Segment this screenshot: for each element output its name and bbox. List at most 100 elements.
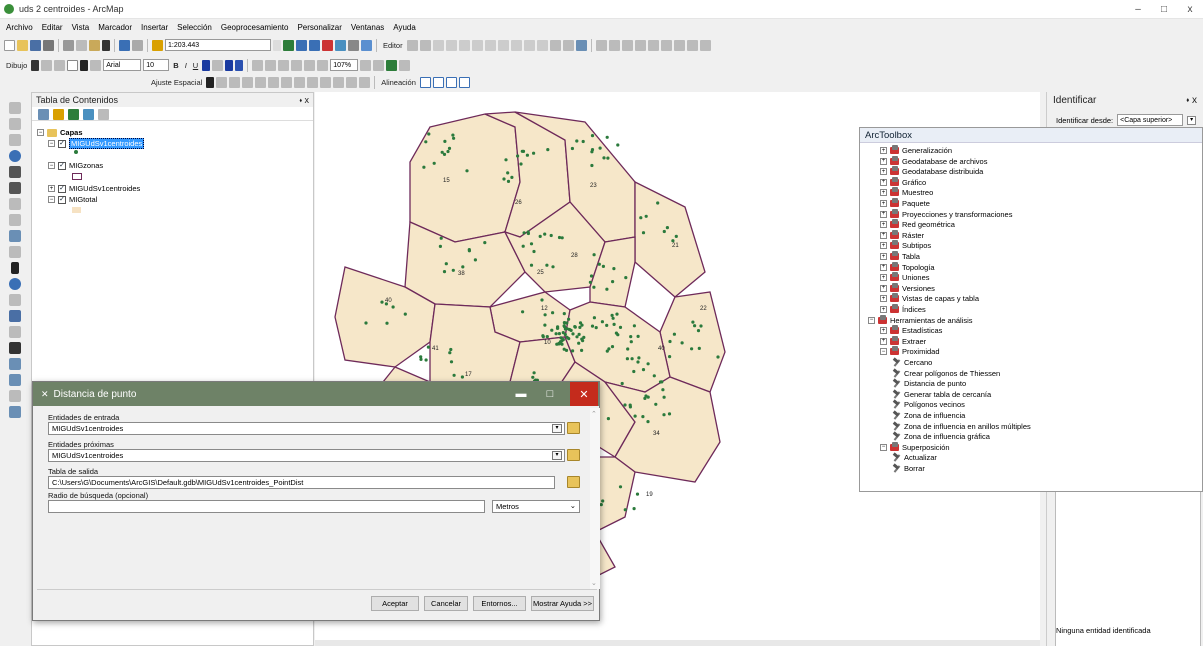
tool-item[interactable]: Actualizar	[892, 453, 937, 462]
toolset-item[interactable]: + Índices	[880, 304, 926, 314]
centroid-point[interactable]	[662, 229, 666, 234]
centroid-point[interactable]	[546, 148, 550, 152]
centroid-point[interactable]	[541, 335, 545, 339]
centroid-point[interactable]	[571, 332, 575, 336]
centroid-point[interactable]	[630, 357, 634, 361]
select-elements-icon[interactable]	[31, 59, 40, 71]
tool-item[interactable]: Generar tabla de cercanía	[892, 390, 991, 399]
centroid-point[interactable]	[601, 264, 605, 268]
multiple-links-icon[interactable]	[242, 76, 254, 88]
line-color-icon[interactable]	[225, 59, 234, 71]
centroid-point[interactable]	[451, 133, 455, 137]
centroid-point[interactable]	[662, 395, 666, 399]
layers-group-row[interactable]: − Capas	[37, 128, 83, 137]
clear-selection-icon[interactable]	[9, 246, 21, 258]
centroid-point[interactable]	[448, 351, 452, 355]
tool-item[interactable]: Polígonos vecinos	[892, 400, 965, 409]
zoom-in-icon[interactable]	[9, 102, 21, 114]
centroid-point[interactable]	[557, 332, 561, 336]
centroid-point[interactable]	[447, 146, 452, 150]
centroid-point[interactable]	[575, 139, 579, 143]
collapse-icon[interactable]: −	[48, 140, 55, 147]
centroid-point[interactable]	[549, 233, 553, 238]
map-scale-input[interactable]: 1:203.443	[165, 39, 271, 51]
close-button[interactable]: x	[1177, 0, 1203, 19]
centroid-point[interactable]	[516, 154, 520, 158]
centroid-point[interactable]	[592, 285, 596, 289]
align-edge-icon[interactable]	[419, 76, 431, 88]
centroid-point[interactable]	[550, 328, 554, 332]
trace-icon[interactable]	[458, 39, 470, 51]
centroid-point[interactable]	[551, 311, 555, 315]
centroid-point[interactable]	[567, 337, 571, 341]
menu-insertar[interactable]: Insertar	[141, 23, 168, 32]
centroid-point[interactable]	[540, 298, 544, 302]
cancel-button[interactable]: Cancelar	[424, 596, 468, 611]
centroid-point[interactable]	[601, 499, 605, 503]
centroid-point[interactable]	[590, 134, 595, 138]
endpoint-arc-icon[interactable]	[445, 39, 457, 51]
centroid-point[interactable]	[654, 402, 658, 406]
dialog-scrollbar[interactable]: ⌃ ⌄	[590, 408, 600, 589]
centroid-point[interactable]	[661, 388, 665, 392]
output-table-field[interactable]: C:\Users\G\Documents\ArcGIS\Default.gdb\…	[48, 476, 555, 489]
layout-grid-icon[interactable]	[304, 59, 316, 71]
copy-icon[interactable]	[76, 39, 87, 51]
centroid-point[interactable]	[556, 326, 560, 330]
centroid-point[interactable]	[592, 253, 596, 257]
centroid-point[interactable]	[605, 287, 609, 291]
layout-zoom-select[interactable]: 107%	[330, 59, 359, 71]
centroid-point[interactable]	[521, 310, 525, 314]
centroid-point[interactable]	[506, 171, 510, 175]
text-icon[interactable]	[80, 59, 89, 71]
find-route-icon[interactable]	[9, 358, 21, 370]
rubber-sheet-icon[interactable]	[346, 76, 358, 88]
toolset-item[interactable]: − Superposición	[880, 441, 950, 452]
menu-geoprocesamiento[interactable]: Geoprocesamiento	[221, 23, 289, 32]
centroid-point[interactable]	[460, 375, 464, 379]
underline-button[interactable]: U	[191, 61, 200, 70]
centroid-point[interactable]	[618, 325, 623, 329]
menu-marcador[interactable]: Marcador	[98, 23, 132, 32]
swipe-icon[interactable]	[686, 39, 698, 51]
zoom-out-icon[interactable]	[9, 118, 21, 130]
toc-window-icon[interactable]	[296, 39, 307, 51]
list-by-drawing-order-icon[interactable]	[38, 109, 49, 120]
centroid-point[interactable]	[644, 214, 648, 218]
fill-icon[interactable]	[90, 59, 102, 71]
centroid-point[interactable]	[594, 326, 598, 330]
identify-from-select[interactable]: <Capa superior>	[1117, 114, 1184, 126]
near-features-browse-icon[interactable]	[567, 449, 580, 461]
centroid-point[interactable]	[600, 320, 604, 324]
centroid-point[interactable]	[573, 325, 577, 329]
layer-name[interactable]: MIGUdSv1centroides	[69, 138, 145, 149]
collapse-icon[interactable]: −	[868, 316, 875, 324]
centroid-point[interactable]	[506, 179, 511, 183]
centroid-point[interactable]	[646, 362, 650, 366]
centroid-point[interactable]	[529, 242, 534, 246]
centroid-point[interactable]	[391, 305, 395, 309]
new-displacement-link-icon[interactable]	[216, 76, 228, 88]
measure-icon[interactable]	[647, 39, 659, 51]
centroid-point[interactable]	[426, 345, 430, 349]
collapse-icon[interactable]: −	[37, 129, 44, 136]
editor-toolbar-icon[interactable]	[283, 39, 294, 51]
centroid-point[interactable]	[575, 335, 579, 339]
edge-match-icon[interactable]	[333, 76, 345, 88]
centroid-point[interactable]	[577, 332, 581, 336]
centroid-point[interactable]	[696, 329, 701, 333]
layer-name[interactable]: MIGzonas	[69, 161, 103, 170]
expand-icon[interactable]: +	[880, 168, 887, 176]
search-radius-units-select[interactable]: Metros ⌄	[492, 500, 580, 513]
toolset-item[interactable]: + Subtipos	[880, 240, 931, 250]
centroid-point[interactable]	[668, 339, 672, 344]
time-slider-icon[interactable]	[9, 390, 21, 402]
expand-icon[interactable]: +	[880, 295, 887, 303]
expand-icon[interactable]: +	[880, 189, 887, 197]
ajuste-espacial-menu[interactable]: Ajuste Espacial	[149, 78, 204, 87]
centroid-point[interactable]	[605, 323, 609, 327]
tool-item[interactable]: Zona de influencia gráfica	[892, 432, 990, 441]
layer-row[interactable]: + ✓ MIGUdSv1centroides	[48, 184, 140, 193]
centroid-point[interactable]	[467, 249, 471, 253]
toggle-draft-icon[interactable]	[360, 59, 372, 71]
